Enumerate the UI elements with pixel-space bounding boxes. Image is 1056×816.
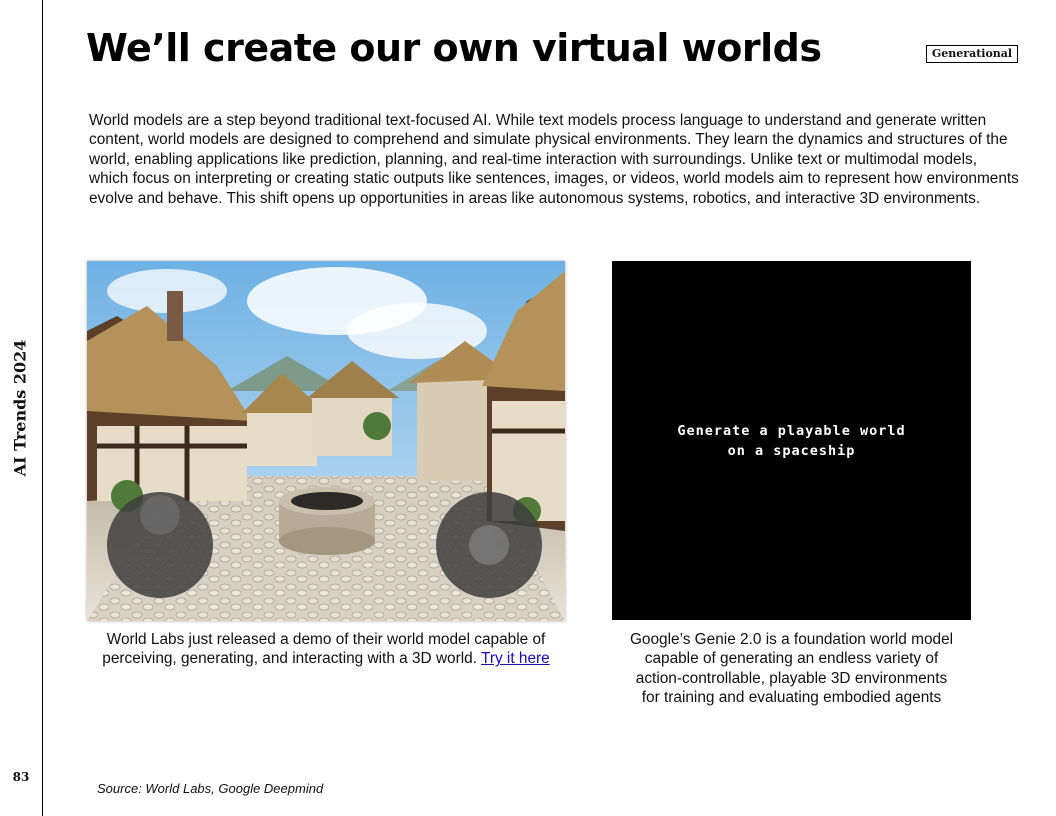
sidebar-divider (42, 0, 43, 816)
genie-caption-line4: for training and evaluating embodied age… (641, 689, 942, 707)
category-tag: Generational (926, 45, 1018, 63)
world-labs-caption: World Labs just released a demo of their… (87, 630, 565, 669)
sidebar-label: AI Trends 2024 (10, 339, 30, 477)
world-labs-caption-line2: perceiving, generating, and interacting … (87, 649, 565, 668)
intro-paragraph: World models are a step beyond tradition… (89, 112, 1019, 207)
left-joystick-icon[interactable] (107, 492, 213, 598)
right-joystick-icon[interactable] (436, 492, 542, 598)
genie-prompt-line2: on a spaceship (727, 442, 856, 459)
genie-caption-line1: Google’s Genie 2.0 is a foundation world… (629, 631, 954, 648)
page-title: We’ll create our own virtual worlds (86, 26, 822, 70)
world-labs-demo-image[interactable] (87, 261, 565, 621)
genie-caption-line3: action-controllable, playable 3D environ… (635, 669, 948, 687)
try-it-here-link[interactable]: Try it here (481, 650, 550, 667)
world-labs-caption-line1: World Labs just released a demo of their… (106, 631, 546, 648)
page-number: 83 (12, 770, 30, 784)
source-note: Source: World Labs, Google Deepmind (97, 781, 324, 796)
genie-caption: Google’s Genie 2.0 is a foundation world… (612, 630, 971, 708)
genie-prompt-line1: Generate a playable world (677, 422, 906, 439)
world-labs-caption-text: perceiving, generating, and interacting … (102, 650, 477, 668)
genie-demo-screen: Generate a playable world on a spaceship (612, 261, 971, 620)
genie-caption-line2: capable of generating an endless variety… (644, 650, 939, 668)
village-scene (87, 261, 565, 621)
